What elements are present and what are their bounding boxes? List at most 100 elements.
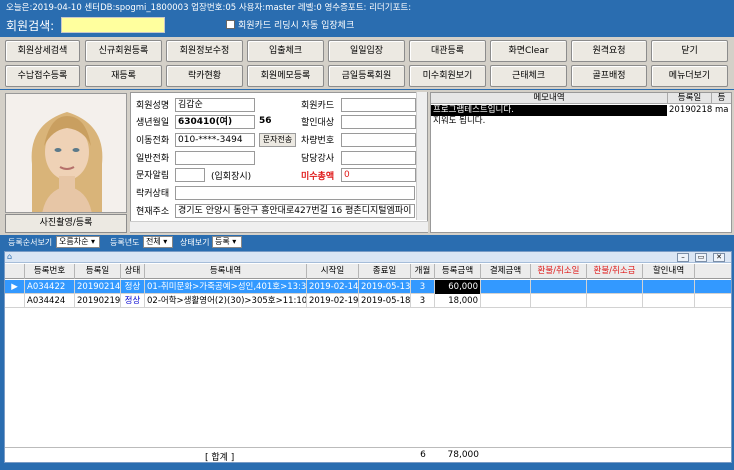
memo-row-text: 지워도 됩니다. [433,116,486,126]
search-row: 회원검색: 회원카드 리딩시 자동 입장체크 [0,14,734,36]
cell-state: 정상 [121,280,145,294]
car-field[interactable] [341,133,416,147]
sms-alert-field[interactable] [175,168,205,182]
registration-grid-window: ⌂ – ▭ ✕ 등록번호 등록일 상태 등록내역 시작일 종료일 개월 등록금액… [4,251,732,463]
cell-refund-amount [587,294,643,308]
memo-header-date[interactable]: 등록일 [668,93,712,104]
screen-clear-button[interactable]: 화면Clear [490,40,567,62]
payment-register-button[interactable]: 수납접수등록 [5,65,80,87]
rfid-auto-check-checkbox[interactable] [226,20,235,29]
info-horizontal-scrollbar[interactable] [130,221,428,232]
close-icon[interactable]: ✕ [713,253,725,262]
unpaid-members-button[interactable]: 미수회원보기 [409,65,486,87]
photo-capture-button[interactable]: 사진촬영/등록 [5,214,127,233]
name-field[interactable]: 김갑순 [175,98,255,112]
grid-header-months[interactable]: 개월 [411,264,435,279]
entry-check-button[interactable]: 입출체크 [247,40,324,62]
cell-desc: 02-어학>생활영어(2)(30)>305호>11:10> [147,294,307,308]
mobile-field[interactable]: 010-****-3494 [175,133,255,147]
table-row[interactable]: ▶ A034422 20190214 정상 01-취미문화>가죽공예>성인,40… [5,280,731,294]
memo-row-extra: ma [715,105,729,115]
sms-alert-note: (입회장시) [211,172,252,182]
address-field[interactable]: 경기도 안양시 동안구 흥안대로427번길 16 평촌디지털엠파이 [175,204,415,218]
locker-label: 락커상태 [136,189,170,199]
grid-header-paid[interactable]: 결제금액 [481,264,531,279]
phone-label: 일반전화 [136,154,170,164]
discount-label: 할인대상 [301,118,335,128]
cell-refund-amount [587,280,643,294]
sms-alert-label: 문자알림 [136,171,170,181]
chevron-down-icon: ▾ [91,237,96,246]
restore-icon[interactable]: ▭ [695,253,707,262]
chevron-down-icon: ▾ [232,237,237,246]
memo-row[interactable]: 프로그램테스트입니다. 20190218 ma [431,105,731,116]
grid-footer: [ 합계 ] 6 78,000 [5,447,731,463]
cell-months: 3 [411,294,435,308]
daily-entry-button[interactable]: 일일입장 [328,40,405,62]
memo-header: 메모내역 등록일 등 [431,93,731,104]
cell-discount [643,280,695,294]
edit-member-button[interactable]: 회원정보수정 [166,40,243,62]
golf-assign-button[interactable]: 골프배정 [571,65,647,87]
phone-field[interactable] [175,151,255,165]
cell-state: 정상 [121,294,145,308]
locker-status-button[interactable]: 락카현황 [166,65,243,87]
re-register-button[interactable]: 재등록 [85,65,162,87]
grid-header-refund-amount[interactable]: 환불/취소금 [587,264,643,279]
rfid-auto-check-label: 회원카드 리딩시 자동 입장체크 [238,21,355,31]
order-filter-select[interactable]: 오름차순 ▾ [56,236,100,248]
grid-header-id[interactable]: 등록번호 [25,264,75,279]
more-menu-button[interactable]: 메뉴더보기 [651,65,728,87]
memo-header-extra[interactable]: 등 [712,93,731,104]
cell-start: 2019-02-14 [309,280,359,294]
memo-row[interactable]: 지워도 됩니다. [431,116,731,127]
cell-end: 2019-05-18 [361,294,411,308]
close-button[interactable]: 닫기 [651,40,728,62]
grid-titlebar: ⌂ – ▭ ✕ [5,252,731,263]
remote-request-button[interactable]: 원격요청 [571,40,647,62]
trainer-field[interactable] [341,151,416,165]
info-vertical-scrollbar[interactable] [416,92,427,220]
grid-header-discount[interactable]: 할인내역 [643,264,695,279]
cell-paid [481,294,531,308]
unpaid-field: 0 [341,168,416,182]
state-filter-select[interactable]: 등록 ▾ [212,236,242,248]
card-field[interactable] [341,98,416,112]
grid-header-date[interactable]: 등록일 [75,264,121,279]
year-filter-select[interactable]: 전체 ▾ [143,236,173,248]
unpaid-label: 미수총액 [301,172,335,182]
row-indicator-icon: ▶ [5,280,25,294]
cell-amount: 60,000 [435,280,481,294]
new-member-button[interactable]: 신규회원등록 [85,40,162,62]
memo-header-text[interactable]: 메모내역 [431,93,668,104]
search-label: 회원검색: [6,19,55,33]
cell-refund-date [531,294,587,308]
grid-header-refund-date[interactable]: 환불/취소일 [531,264,587,279]
birth-field[interactable]: 630410(여) [175,115,255,129]
member-memo-button[interactable]: 회원메모등록 [247,65,324,87]
member-detail-search-button[interactable]: 회원상세검색 [5,40,80,62]
memo-row-date: 20190218 [669,105,713,115]
sms-send-button[interactable]: 문자전송 [259,133,296,147]
action-button-grid: 회원상세검색 신규회원등록 회원정보수정 입출체크 일일입장 대관등록 화면Cl… [0,37,734,89]
grid-header-end[interactable]: 종료일 [359,264,411,279]
birth-label: 생년월일 [136,118,170,128]
grid-header-start[interactable]: 시작일 [307,264,359,279]
cell-id: A034422 [25,280,75,294]
grid-header-amount[interactable]: 등록금액 [435,264,481,279]
today-members-button[interactable]: 금일등록회원 [328,65,405,87]
card-label: 회원카드 [301,101,335,111]
grid-header-desc[interactable]: 등록내역 [145,264,307,279]
filter-row: 등록순서보기 오름차순 ▾ 등록년도 전체 ▾ 상태보기 등록 ▾ [0,235,734,249]
minimize-icon[interactable]: – [677,253,689,262]
attendance-check-button[interactable]: 근태체크 [490,65,567,87]
locker-field[interactable] [175,186,415,200]
rental-register-button[interactable]: 대관등록 [409,40,486,62]
grid-header-state[interactable]: 상태 [121,264,145,279]
member-search-input[interactable] [61,17,165,33]
year-filter-label: 등록년도 [110,238,140,247]
cell-end: 2019-05-13 [361,280,411,294]
home-icon: ⌂ [7,252,13,261]
discount-field[interactable] [341,115,416,129]
table-row[interactable]: A034424 20190219 정상 02-어학>생활영어(2)(30)>30… [5,294,731,308]
